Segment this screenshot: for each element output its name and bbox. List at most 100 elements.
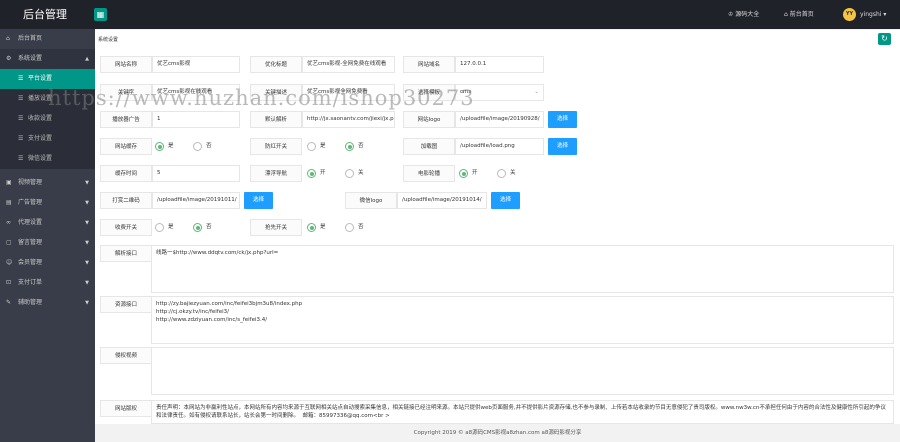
list-icon: ☰ <box>18 135 24 142</box>
chevron-down-icon: ▼ <box>85 180 89 186</box>
sidebar-item-messages[interactable]: ▢ 留言管理 ▼ <box>0 233 95 253</box>
carousel-off-text: 关 <box>510 170 516 176</box>
snatch-no-text: 否 <box>358 224 364 230</box>
cache-no-text: 否 <box>206 143 212 149</box>
float-off-text: 关 <box>358 170 364 176</box>
carousel-on-text: 开 <box>472 170 478 176</box>
copyright-label: 侵权视频 <box>100 347 152 364</box>
api-textarea[interactable]: 线路一$http://www.ddqtv.com/ck/jx.php?url= <box>151 245 894 293</box>
list-icon: ☰ <box>18 95 24 102</box>
chevron-up-icon: ▲ <box>85 56 89 62</box>
domain-input[interactable]: 127.0.0.1 <box>455 56 544 73</box>
avatar[interactable]: YY <box>843 8 856 21</box>
sidebar-item-agent[interactable]: ∞ 代理设置 ▼ <box>0 213 95 233</box>
cache-label: 网站缓存 <box>100 138 152 155</box>
username[interactable]: yingshi ▾ <box>860 0 886 29</box>
chevron-down-icon: ⌄ <box>534 89 539 95</box>
player-ad-input[interactable]: 1 <box>152 111 240 128</box>
carousel-label: 电影轮播 <box>403 165 455 182</box>
disclaimer-label: 网站版权 <box>100 400 152 417</box>
cache-yes-radio[interactable] <box>155 142 164 151</box>
cache-no-radio[interactable] <box>193 142 202 151</box>
carousel-on-radio[interactable] <box>459 169 468 178</box>
parse-label: 默认解析 <box>250 111 302 128</box>
top-bar: 后台管理 ▦ ♔ 源码大全 ⌂ 前台首页 YY yingshi ▾ <box>0 0 900 29</box>
disclaimer-textarea[interactable]: 责任声明：本网站为非赢利性站点，本网站所有内容均来源于互联网相关站点自动搜索采集… <box>151 400 894 424</box>
loading-choose-button[interactable]: 选择 <box>548 138 577 155</box>
site-name-label: 网站名称 <box>100 56 152 73</box>
logo-input[interactable]: /uploadfile/image/20190928/ <box>455 111 544 128</box>
snatch-label: 抢先开关 <box>250 219 302 236</box>
video-icon: ▣ <box>6 179 12 186</box>
collect-label: 收费开关 <box>100 219 152 236</box>
qr-label: 打赏二维码 <box>100 192 152 209</box>
logo-label: 网站logo <box>403 111 455 128</box>
source-link[interactable]: ♔ 源码大全 <box>728 0 759 29</box>
sidebar-item-orders[interactable]: ⊡ 支付订单 ▼ <box>0 273 95 293</box>
collect-no-text: 否 <box>206 224 212 230</box>
snatch-yes-text: 是 <box>320 224 326 230</box>
anti-label: 防红开关 <box>250 138 302 155</box>
message-icon: ▢ <box>6 239 12 246</box>
chevron-down-icon: ▼ <box>85 260 89 266</box>
anti-yes-radio[interactable] <box>307 142 316 151</box>
site-name-input[interactable]: 优艺cms影视 <box>152 56 240 73</box>
wechat-logo-input[interactable]: /uploadfile/image/20191014/ <box>397 192 487 209</box>
ad-icon: ▤ <box>6 199 12 206</box>
footer: Copyright 2019 © a8源码CMS影视a8zhan.com a8源… <box>95 424 900 442</box>
parse-input[interactable]: http://jx.saonantv.com/jiexi/jx.php?url= <box>302 111 395 128</box>
brand-title: 后台管理 <box>23 8 67 21</box>
chevron-down-icon: ▼ <box>85 200 89 206</box>
float-on-radio[interactable] <box>307 169 316 178</box>
float-label: 漂浮导航 <box>250 165 302 182</box>
snatch-no-radio[interactable] <box>345 223 354 232</box>
list-icon: ☰ <box>18 155 24 162</box>
seo-title-label: 优化标题 <box>250 56 302 73</box>
list-icon: ☰ <box>18 115 24 122</box>
copyright-textarea[interactable] <box>151 347 894 395</box>
watermark-text: https://www.huzhan.com/ishop30273 <box>48 86 475 110</box>
collect-yes-text: 是 <box>168 224 174 230</box>
anti-no-radio[interactable] <box>345 142 354 151</box>
sidebar-item-video[interactable]: ▣ 视频管理 ▼ <box>0 173 95 193</box>
collect-no-radio[interactable] <box>193 223 202 232</box>
snatch-yes-radio[interactable] <box>307 223 316 232</box>
loading-input[interactable]: /uploadfile/load.png <box>455 138 544 155</box>
home-icon: ⌂ <box>6 35 10 42</box>
gear-icon: ⚙ <box>6 55 12 62</box>
sidebar-item-system[interactable]: ⚙ 系统设置 ▲ <box>0 49 95 69</box>
collect-yes-radio[interactable] <box>155 223 164 232</box>
chevron-down-icon: ▼ <box>85 300 89 306</box>
float-off-radio[interactable] <box>345 169 354 178</box>
wrench-icon: ✎ <box>6 299 12 306</box>
sidebar-item-ads[interactable]: ▤ 广告管理 ▼ <box>0 193 95 213</box>
sidebar-item-home[interactable]: ⌂ 后台首页 <box>0 29 95 49</box>
sidebar-item-members[interactable]: ☺ 会员管理 ▼ <box>0 253 95 273</box>
wechat-logo-choose-button[interactable]: 选择 <box>491 192 520 209</box>
sidebar-sub-payment[interactable]: ☰ 收款设置 <box>0 109 95 129</box>
link-icon: ∞ <box>6 219 11 226</box>
cache-yes-text: 是 <box>168 143 174 149</box>
caret-down-icon: ▾ <box>883 11 887 18</box>
anti-no-text: 否 <box>358 143 364 149</box>
sidebar-item-tools[interactable]: ✎ 辅助管理 ▼ <box>0 293 95 313</box>
sidebar-sub-wechat[interactable]: ☰ 微信设置 <box>0 149 95 169</box>
frontend-home-link[interactable]: ⌂ 前台首页 <box>784 0 814 29</box>
sidebar-sub-pay[interactable]: ☰ 支付设置 <box>0 129 95 149</box>
qr-choose-button[interactable]: 选择 <box>244 192 273 209</box>
loading-label: 加载图 <box>403 138 455 155</box>
refresh-icon[interactable]: ↻ <box>878 33 891 45</box>
logo-choose-button[interactable]: 选择 <box>548 111 577 128</box>
source-label: 资源接口 <box>100 296 152 313</box>
grid-icon[interactable]: ▦ <box>94 8 107 21</box>
chevron-down-icon: ▼ <box>85 240 89 246</box>
seo-title-input[interactable]: 优艺cms影视-全网免费在线观看 <box>302 56 395 73</box>
source-textarea[interactable]: http://zy.bajiezyuan.com/inc/feifei3bjm3… <box>151 296 894 344</box>
api-label: 解析接口 <box>100 245 152 262</box>
chevron-down-icon: ▼ <box>85 220 89 226</box>
cache-time-input[interactable]: 5 <box>152 165 240 182</box>
wechat-logo-label: 微信logo <box>345 192 397 209</box>
carousel-off-radio[interactable] <box>497 169 506 178</box>
player-ad-label: 播放器广告 <box>100 111 152 128</box>
qr-input[interactable]: /uploadfile/image/20191011/ <box>152 192 240 209</box>
